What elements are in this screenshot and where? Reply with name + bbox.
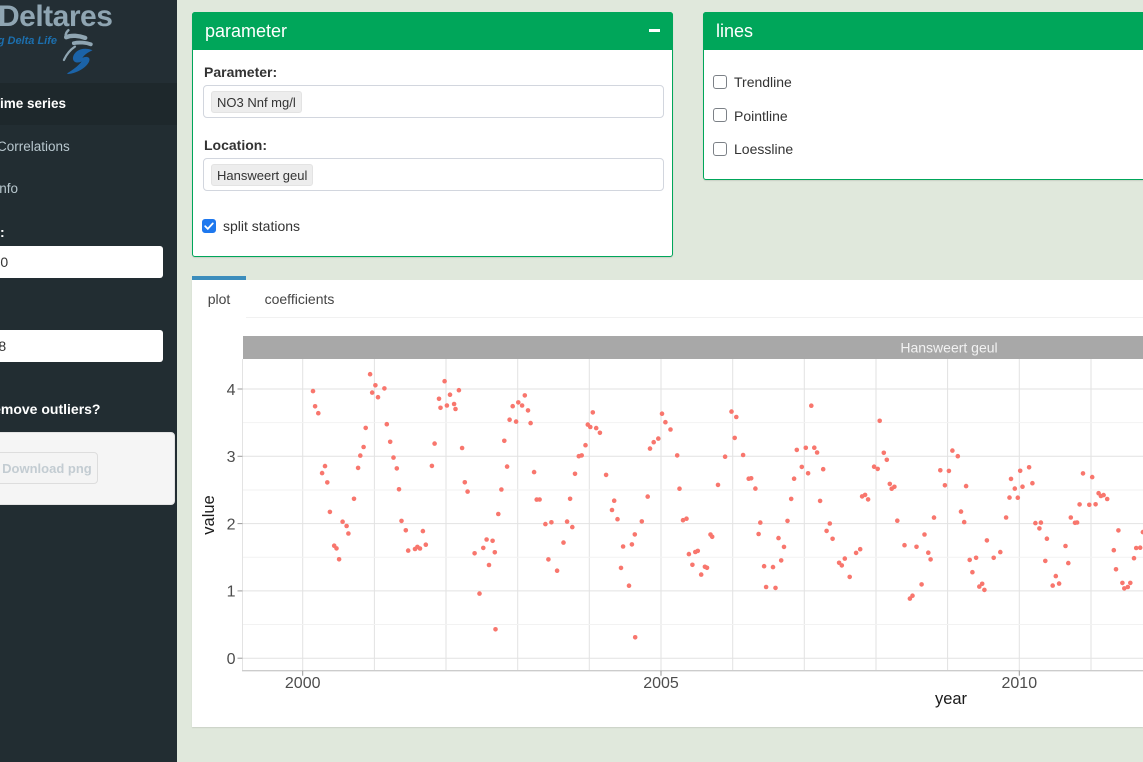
svg-text:year: year (935, 690, 968, 708)
svg-text:2: 2 (227, 516, 236, 533)
svg-text:3: 3 (227, 449, 236, 466)
svg-text:0: 0 (227, 651, 236, 668)
svg-text:Enabling Delta Life: Enabling Delta Life (0, 35, 57, 47)
svg-text:2005: 2005 (643, 675, 679, 692)
svg-text:2000: 2000 (285, 675, 321, 692)
svg-text:1: 1 (227, 584, 236, 601)
svg-text:Hansweert geul: Hansweert geul (900, 340, 997, 356)
svg-text:Deltares: Deltares (0, 0, 112, 33)
svg-text:2010: 2010 (1002, 675, 1038, 692)
svg-text:4: 4 (227, 382, 236, 399)
svg-text:value: value (200, 495, 218, 534)
